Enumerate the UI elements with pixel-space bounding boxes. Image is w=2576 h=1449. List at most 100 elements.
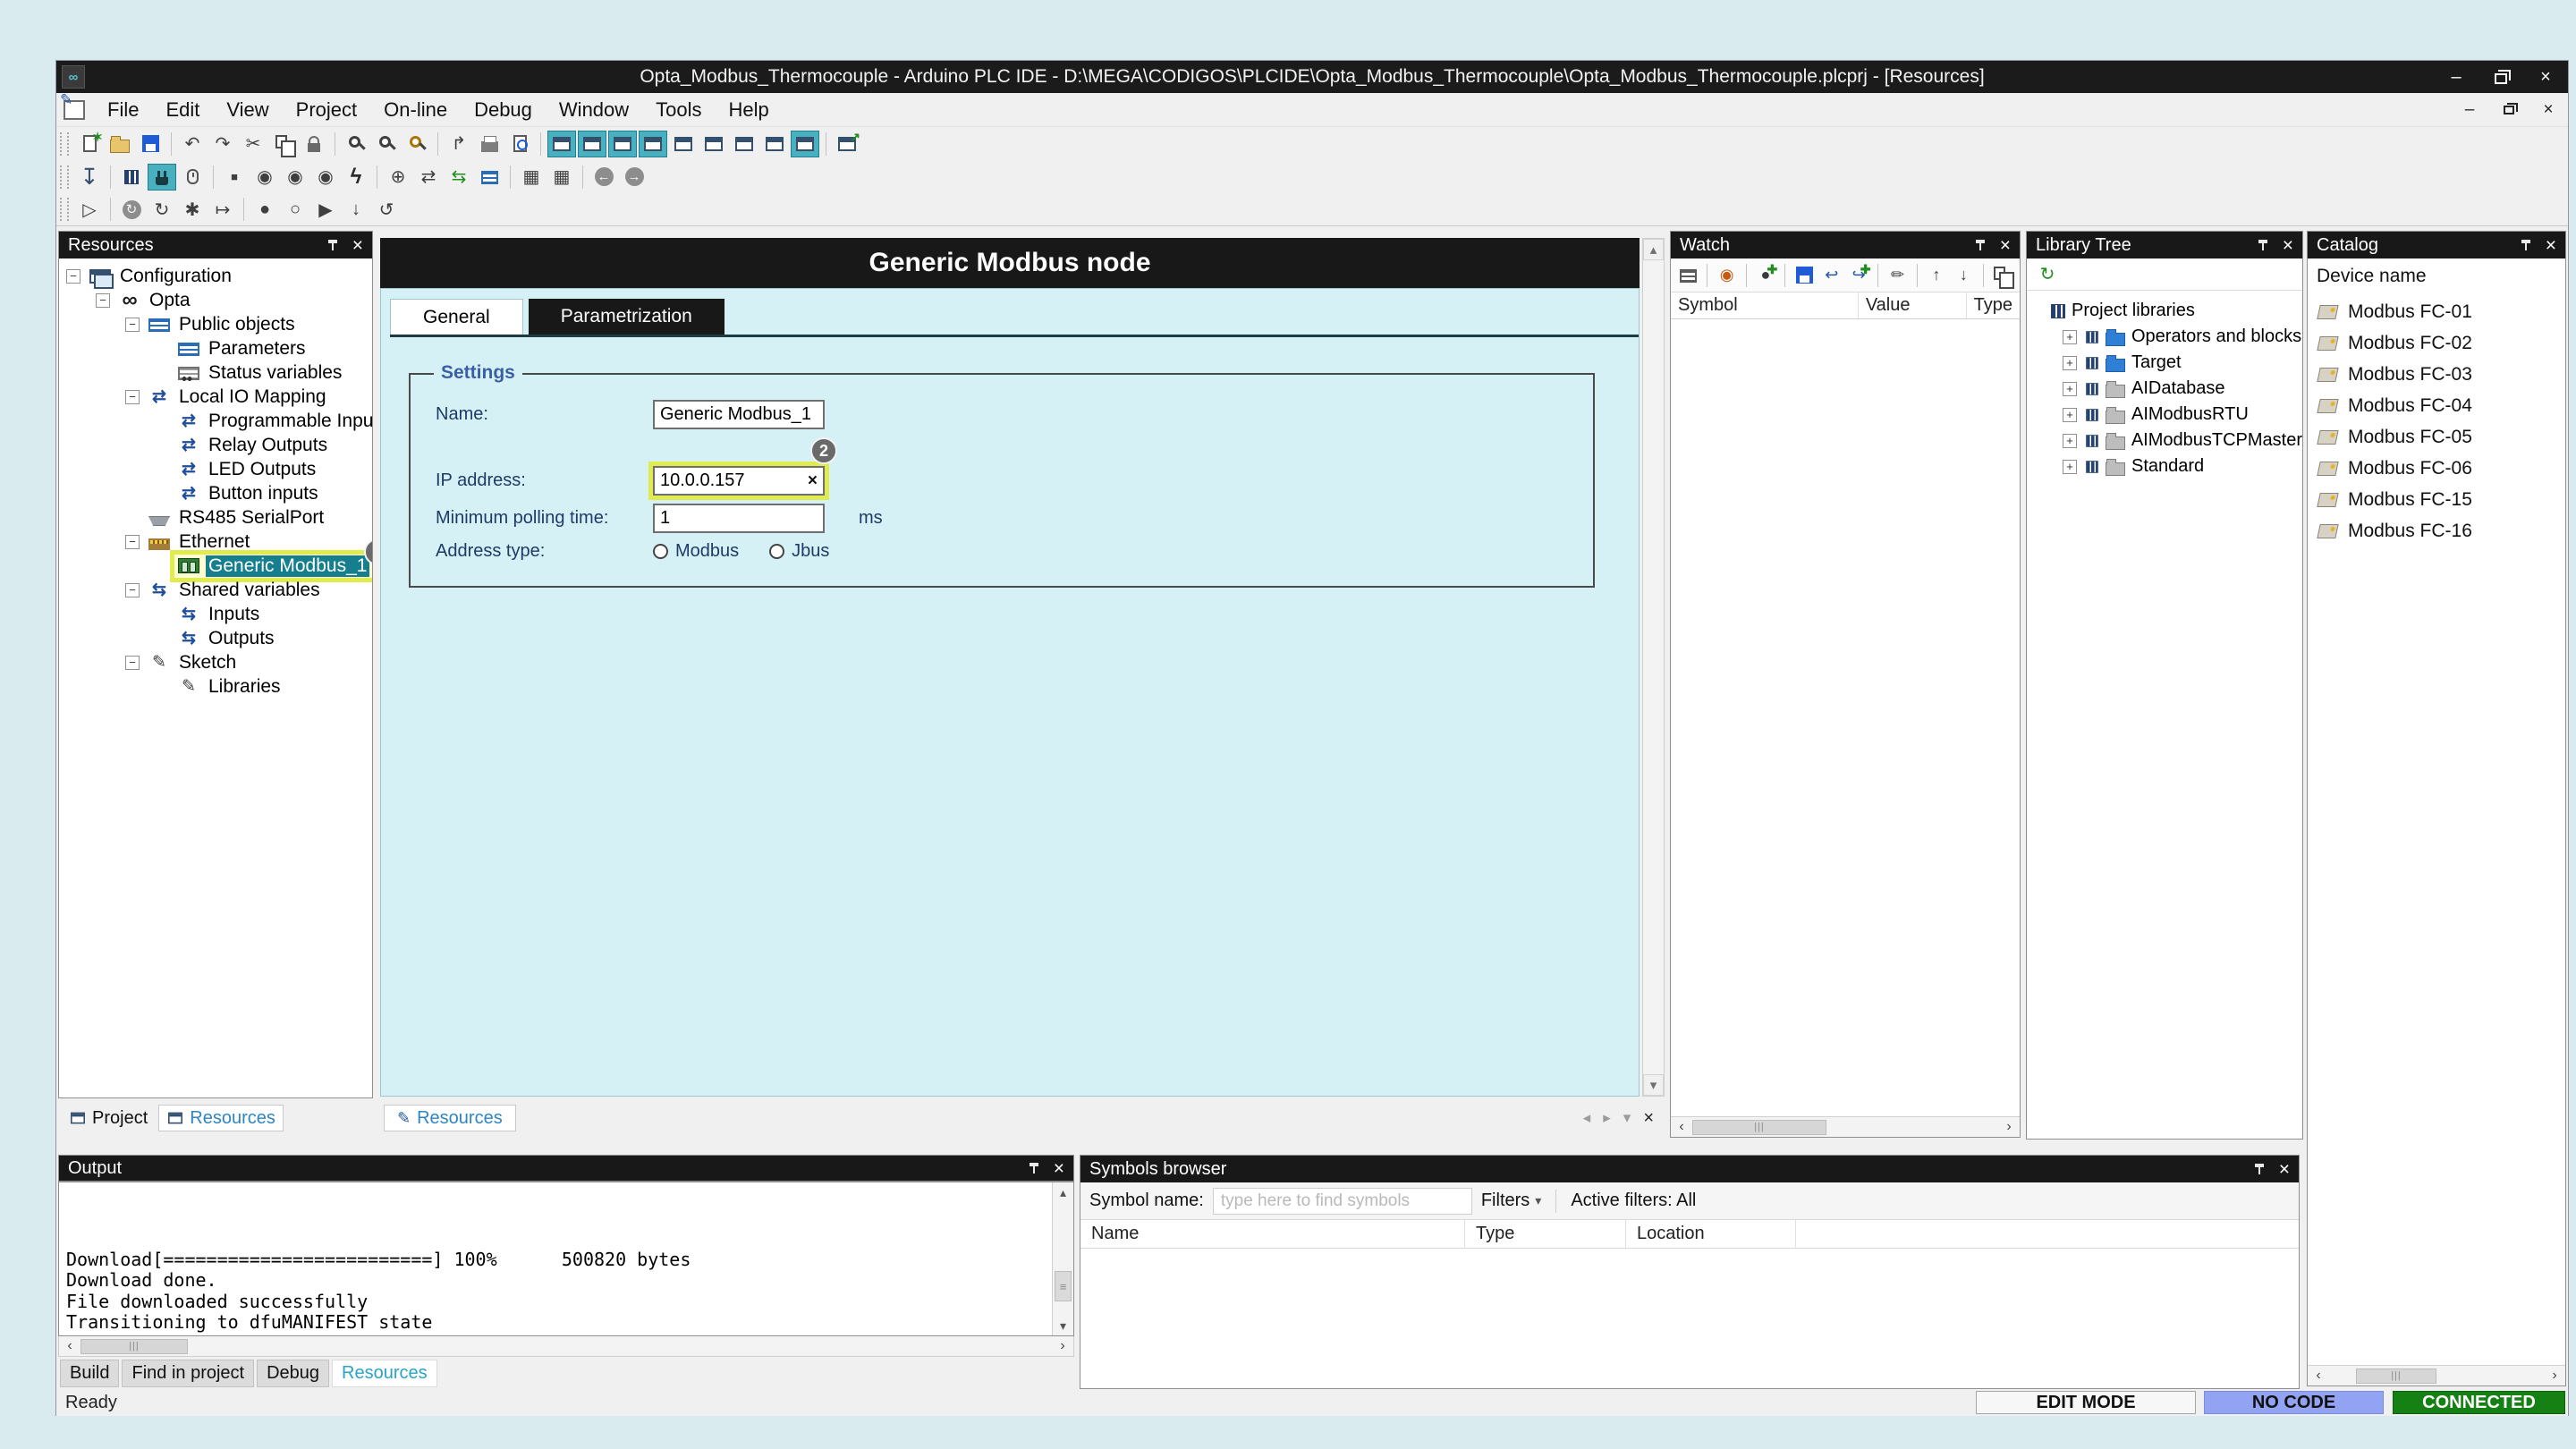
pin-icon[interactable]	[327, 239, 338, 251]
watch-button-load-watchlist[interactable]: ↩	[1819, 263, 1844, 288]
radio-option-jbus[interactable]: Jbus	[769, 541, 829, 562]
scroll-up-icon[interactable]: ▴	[1643, 239, 1664, 260]
toolbar-button-run-target[interactable]: ↻	[117, 196, 146, 223]
toolbar-drag-handle[interactable]	[60, 198, 69, 221]
tree-expander[interactable]: −	[125, 390, 140, 404]
tree-item-led-outputs[interactable]: ⇄ LED Outputs	[59, 457, 372, 481]
toolbar-button-diff-view[interactable]: ⇄	[414, 164, 443, 191]
menu-debug[interactable]: Debug	[461, 93, 546, 126]
menu-project[interactable]: Project	[283, 93, 370, 126]
symbol-search-input[interactable]: type here to find symbols	[1213, 1188, 1472, 1215]
tree-item-programmable-inputs[interactable]: ⇄ Programmable Inputs	[59, 409, 372, 433]
minimize-button[interactable]: –	[2434, 61, 2479, 93]
watch-button-duplicate-item[interactable]	[1990, 263, 2015, 288]
toolbar-button-quick-download[interactable]: ϟ	[342, 164, 370, 191]
mdi-minimize-button[interactable]: –	[2450, 97, 2489, 123]
toolbar-drag-handle[interactable]	[60, 132, 69, 156]
polling-time-input[interactable]: 1	[653, 504, 825, 533]
scroll-thumb[interactable]: ≡	[1055, 1271, 1072, 1301]
column-symbol[interactable]: Symbol	[1671, 292, 1859, 318]
toolbar-button-connect[interactable]	[148, 164, 176, 191]
catalog-item-modbus-fc-16[interactable]: Modbus FC-16	[2308, 515, 2565, 547]
toolbar-button-online-setup[interactable]: ⊕	[384, 164, 412, 191]
tree-item-local-io-mapping[interactable]: − ⇄ Local IO Mapping	[59, 385, 372, 409]
tree-expander[interactable]: −	[66, 269, 80, 284]
tab-scroll-right-icon[interactable]: ▸	[1603, 1109, 1611, 1127]
tree-expander[interactable]: −	[125, 583, 140, 597]
toolbar-button-run-source[interactable]: ↻	[148, 196, 176, 223]
tab-list-icon[interactable]: ▾	[1623, 1109, 1631, 1127]
scroll-thumb[interactable]: |||	[1692, 1120, 1826, 1135]
toolbar-button-grid-view[interactable]: ▦	[517, 164, 546, 191]
toolbar-button-record[interactable]: ●	[250, 196, 279, 223]
toolbar-button-record-stop[interactable]: ○	[281, 196, 309, 223]
watch-button-add-item[interactable]: ● ✚	[1753, 263, 1778, 288]
tree-expander[interactable]: +	[2063, 460, 2077, 474]
catalog-item-modbus-fc-03[interactable]: Modbus FC-03	[2308, 359, 2565, 390]
watch-button-clear-watch[interactable]: ✏	[1885, 263, 1910, 288]
tree-item-rs485-serialport[interactable]: RS485 SerialPort	[59, 505, 372, 530]
toolbar-button-nav-back[interactable]: ←	[589, 164, 618, 191]
tree-item-configuration[interactable]: − Configuration	[59, 264, 372, 288]
pin-icon[interactable]	[1975, 239, 1986, 251]
toolbar-button-step-mode[interactable]: ↦	[208, 196, 237, 223]
catalog-item-modbus-fc-04[interactable]: Modbus FC-04	[2308, 390, 2565, 421]
toolbar-button-live-refresh[interactable]: ⇆	[445, 164, 473, 191]
toolbar-button-workspace-window[interactable]	[547, 131, 576, 157]
scroll-down-icon[interactable]: ▾	[1643, 1074, 1664, 1096]
tree-item-relay-outputs[interactable]: ⇄ Relay Outputs	[59, 433, 372, 457]
toolbar-button-catalog-window[interactable]	[791, 131, 819, 157]
catalog-item-modbus-fc-02[interactable]: Modbus FC-02	[2308, 327, 2565, 359]
pin-icon[interactable]	[2254, 1163, 2265, 1175]
tree-item-libraries[interactable]: ✎ Libraries	[59, 674, 372, 699]
menu-edit[interactable]: Edit	[152, 93, 213, 126]
watch-button-append-watchlist[interactable]: ↪ ✚	[1846, 263, 1871, 288]
tree-expander[interactable]: +	[2063, 330, 2077, 344]
tab-scroll-left-icon[interactable]: ◂	[1583, 1109, 1591, 1127]
restore-button[interactable]	[2479, 61, 2523, 93]
radio-option-modbus[interactable]: Modbus	[653, 541, 739, 562]
output-vertical-scrollbar[interactable]: ▴ ≡ ▾	[1052, 1182, 1073, 1335]
tree-item-outputs[interactable]: ⇆ Outputs	[59, 626, 372, 650]
toolbar-button-save-project[interactable]	[136, 131, 165, 157]
output-tab-debug[interactable]: Debug	[257, 1360, 329, 1387]
tree-item-sketch[interactable]: − ✎ Sketch	[59, 650, 372, 674]
toolbar-button-download-code[interactable]: ↧	[75, 164, 104, 191]
column-type[interactable]: Type	[1465, 1220, 1626, 1248]
scroll-left-icon[interactable]: ‹	[1671, 1117, 1692, 1137]
toolbar-button-goto-source[interactable]: ↱	[445, 131, 473, 157]
toolbar-button-board-setup[interactable]	[117, 164, 146, 191]
radio-icon[interactable]	[769, 544, 784, 559]
toolbar-button-nav-forward[interactable]: →	[620, 164, 648, 191]
tree-item-public-objects[interactable]: − Public objects	[59, 312, 372, 336]
menu-on-line[interactable]: On-line	[370, 93, 461, 126]
document-vertical-scrollbar[interactable]: ▴ ▾	[1642, 238, 1665, 1097]
toolbar-button-step-down[interactable]: ↓	[342, 196, 370, 223]
toolbar-button-grid-edit[interactable]: ▦	[547, 164, 576, 191]
tree-item-generic-modbus-1[interactable]: Generic Modbus_1 1	[59, 554, 372, 578]
ip-address-input[interactable]: 10.0.0.157 ×	[653, 466, 825, 496]
close-icon[interactable]: ×	[2000, 236, 2011, 255]
scroll-right-icon[interactable]: ›	[2544, 1366, 2565, 1385]
close-icon[interactable]: ×	[1054, 1159, 1064, 1178]
toolbar-button-compile-all[interactable]: ◉	[311, 164, 340, 191]
doc-tab-general[interactable]: General	[390, 299, 523, 335]
scroll-right-icon[interactable]: ›	[1998, 1117, 2020, 1137]
menu-file[interactable]: File	[94, 93, 152, 126]
toolbar-button-play[interactable]: ▶	[311, 196, 340, 223]
toolbar-button-cross-reference-window[interactable]	[730, 131, 758, 157]
watch-button-lock-watch[interactable]: ◉	[1714, 263, 1739, 288]
toolbar-button-simulation-mode[interactable]	[178, 164, 207, 191]
toolbar-button-cut[interactable]: ✂	[239, 131, 267, 157]
column-value[interactable]: Value	[1859, 292, 1967, 318]
catalog-item-modbus-fc-01[interactable]: Modbus FC-01	[2308, 296, 2565, 327]
catalog-horizontal-scrollbar[interactable]: ‹ ||| ›	[2308, 1365, 2565, 1385]
output-tab-resources[interactable]: Resources	[332, 1360, 437, 1387]
scroll-down-icon[interactable]: ▾	[1053, 1316, 1073, 1335]
scroll-right-icon[interactable]: ›	[1052, 1336, 1073, 1356]
toolbar-button-reset-options[interactable]: ✱	[178, 196, 207, 223]
close-button[interactable]: ×	[2523, 61, 2568, 93]
toolbar-button-detach-window[interactable]: ↗	[833, 131, 861, 157]
mdi-close-button[interactable]: ×	[2529, 97, 2568, 123]
scroll-left-icon[interactable]: ‹	[59, 1336, 80, 1356]
